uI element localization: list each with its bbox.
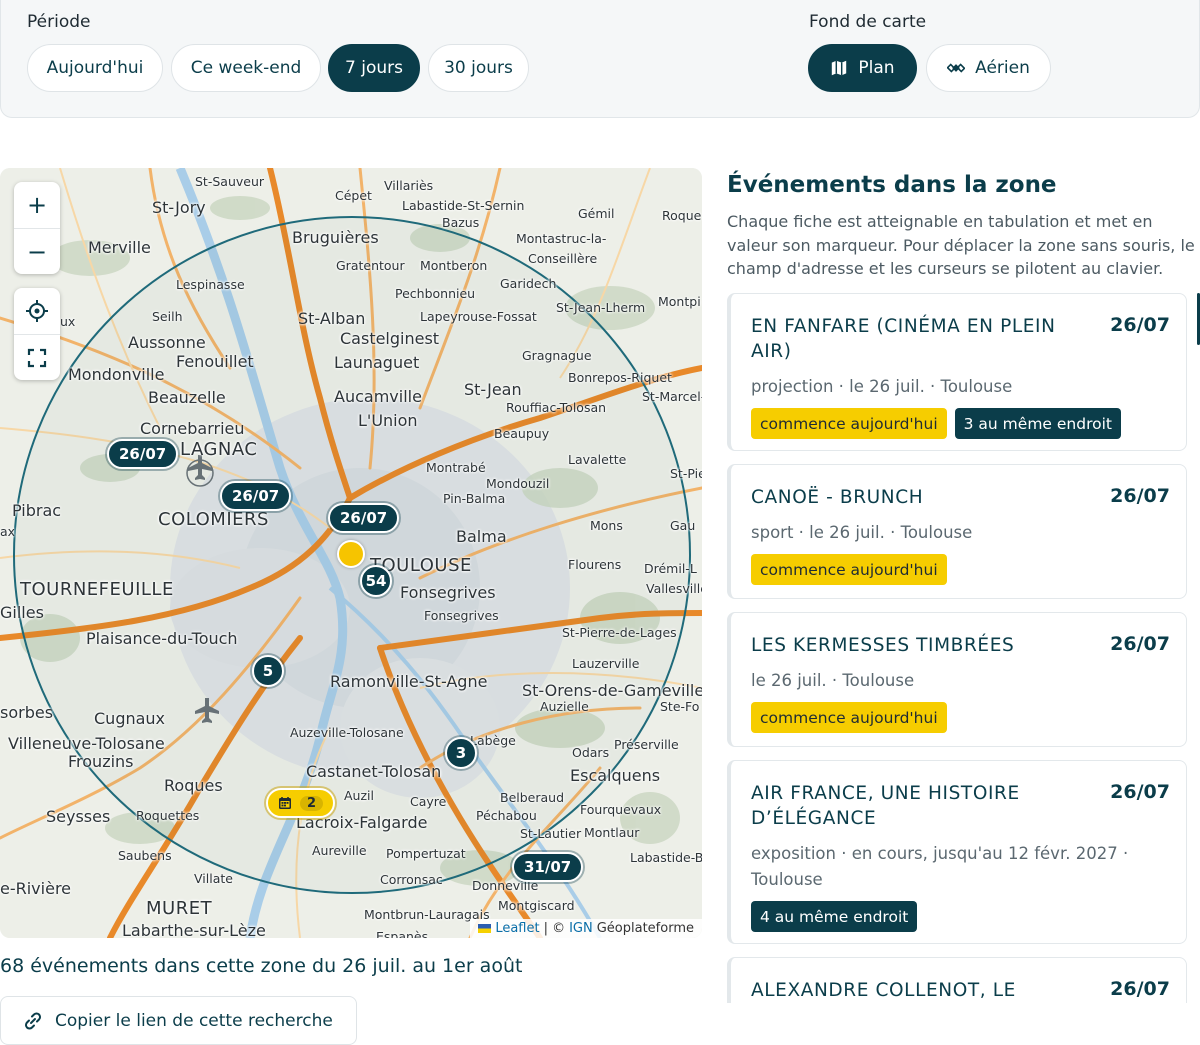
period-label: Période (27, 12, 91, 32)
search-center-marker[interactable] (337, 540, 365, 568)
zoom-in-button[interactable]: + (14, 182, 60, 228)
event-title: LES KERMESSES TIMBRÉES (751, 635, 1015, 656)
starts-today-badge: commence aujourd'hui (751, 702, 947, 733)
period-7days-button[interactable]: 7 jours (328, 44, 420, 92)
map-icon (832, 60, 847, 76)
panel-title: Événements dans la zone (727, 172, 1057, 198)
event-title: CANOË - BRUNCH (751, 487, 924, 508)
link-icon (24, 1011, 42, 1030)
map-attribution: Leaflet | © IGN Géoplateforme (470, 919, 702, 938)
event-title: EN FANFARE (CINÉMA EN PLEIN AIR) (751, 316, 1056, 362)
same-place-badge: 3 au même endroit (954, 408, 1121, 439)
event-card[interactable]: LES KERMESSES TIMBRÉES 26/07 le 26 juil.… (727, 612, 1187, 747)
event-card[interactable]: ALEXANDRE COLLENOT, LE 26/07 (727, 957, 1187, 1003)
basemap-label: Fond de carte (809, 12, 927, 32)
locate-button[interactable] (14, 288, 60, 334)
starts-today-badge: commence aujourd'hui (751, 554, 947, 585)
event-date: 26/07 (1110, 781, 1170, 803)
copy-link-label: Copier le lien de cette recherche (55, 1010, 333, 1031)
event-date: 26/07 (1110, 978, 1170, 1000)
zoom-control: + − (14, 182, 60, 274)
attribution-separator: | © (543, 921, 566, 936)
crosshair-icon (26, 300, 48, 322)
attribution-text: Géoplateforme (596, 921, 694, 936)
period-weekend-button[interactable]: Ce week-end (171, 44, 321, 92)
event-badges: commence aujourd'hui (751, 554, 1168, 585)
event-date: 26/07 (1110, 485, 1170, 507)
same-place-badge: 4 au même endroit (751, 901, 918, 932)
cluster-count: 2 (300, 795, 324, 811)
highlighted-cluster-marker[interactable]: 2 (266, 788, 336, 818)
event-map[interactable]: St-Sauveur Cépet Villariès St-Jory Labas… (0, 168, 702, 938)
ukraine-flag-icon (478, 924, 492, 933)
event-title: ALEXANDRE COLLENOT, LE (751, 980, 1016, 1001)
event-date: 26/07 (1110, 633, 1170, 655)
starts-today-badge: commence aujourd'hui (751, 408, 947, 439)
filter-bar: Période Aujourd'hui Ce week-end 7 jours … (0, 0, 1200, 118)
period-today-button[interactable]: Aujourd'hui (27, 44, 163, 92)
fullscreen-button[interactable] (14, 334, 60, 380)
panel-description: Chaque fiche est atteignable en tabulati… (727, 212, 1195, 278)
cluster-marker[interactable]: 54 (360, 565, 392, 597)
event-badges: 4 au même endroit (751, 901, 1168, 932)
basemap-aerial-label: Aérien (975, 58, 1030, 78)
basemap-plan-label: Plan (858, 58, 895, 78)
satellite-icon (947, 63, 966, 73)
event-title: AIR FRANCE, UNE HISTOIRE D’ÉLÉGANCE (751, 783, 1020, 829)
event-card[interactable]: CANOË - BRUNCH 26/07 sport · le 26 juil.… (727, 464, 1187, 599)
event-meta: le 26 juil. · Toulouse (751, 671, 915, 690)
event-badges: commence aujourd'hui 3 au même endroit (751, 408, 1168, 439)
copy-link-button[interactable]: Copier le lien de cette recherche (0, 996, 357, 1045)
event-marker[interactable]: 26/07 (107, 439, 179, 469)
event-badges: commence aujourd'hui (751, 702, 1168, 733)
event-marker[interactable]: 31/07 (512, 852, 584, 882)
event-list[interactable]: EN FANFARE (CINÉMA EN PLEIN AIR) 26/07 p… (727, 293, 1200, 1003)
event-meta: projection · le 26 juil. · Toulouse (751, 377, 1013, 396)
cluster-marker[interactable]: 3 (445, 737, 477, 769)
period-30days-button[interactable]: 30 jours (428, 44, 529, 92)
fullscreen-icon (27, 348, 47, 367)
ign-link[interactable]: IGN (569, 921, 593, 936)
event-marker[interactable]: 26/07 (220, 481, 292, 511)
leaflet-link[interactable]: Leaflet (495, 921, 539, 936)
results-summary: 68 événements dans cette zone du 26 juil… (0, 955, 523, 977)
event-date: 26/07 (1110, 314, 1170, 336)
event-card[interactable]: AIR FRANCE, UNE HISTOIRE D’ÉLÉGANCE 26/0… (727, 760, 1187, 944)
event-card[interactable]: EN FANFARE (CINÉMA EN PLEIN AIR) 26/07 p… (727, 293, 1187, 451)
zoom-out-button[interactable]: − (14, 228, 60, 274)
locate-control (14, 288, 60, 380)
calendar-icon (279, 797, 291, 809)
event-marker[interactable]: 26/07 (328, 503, 400, 533)
basemap-aerial-button[interactable]: Aérien (926, 44, 1051, 92)
basemap-plan-button[interactable]: Plan (808, 44, 917, 92)
event-meta: exposition · en cours, jusqu'au 12 févr.… (751, 844, 1129, 889)
cluster-marker[interactable]: 5 (252, 655, 284, 687)
event-meta: sport · le 26 juil. · Toulouse (751, 523, 973, 542)
